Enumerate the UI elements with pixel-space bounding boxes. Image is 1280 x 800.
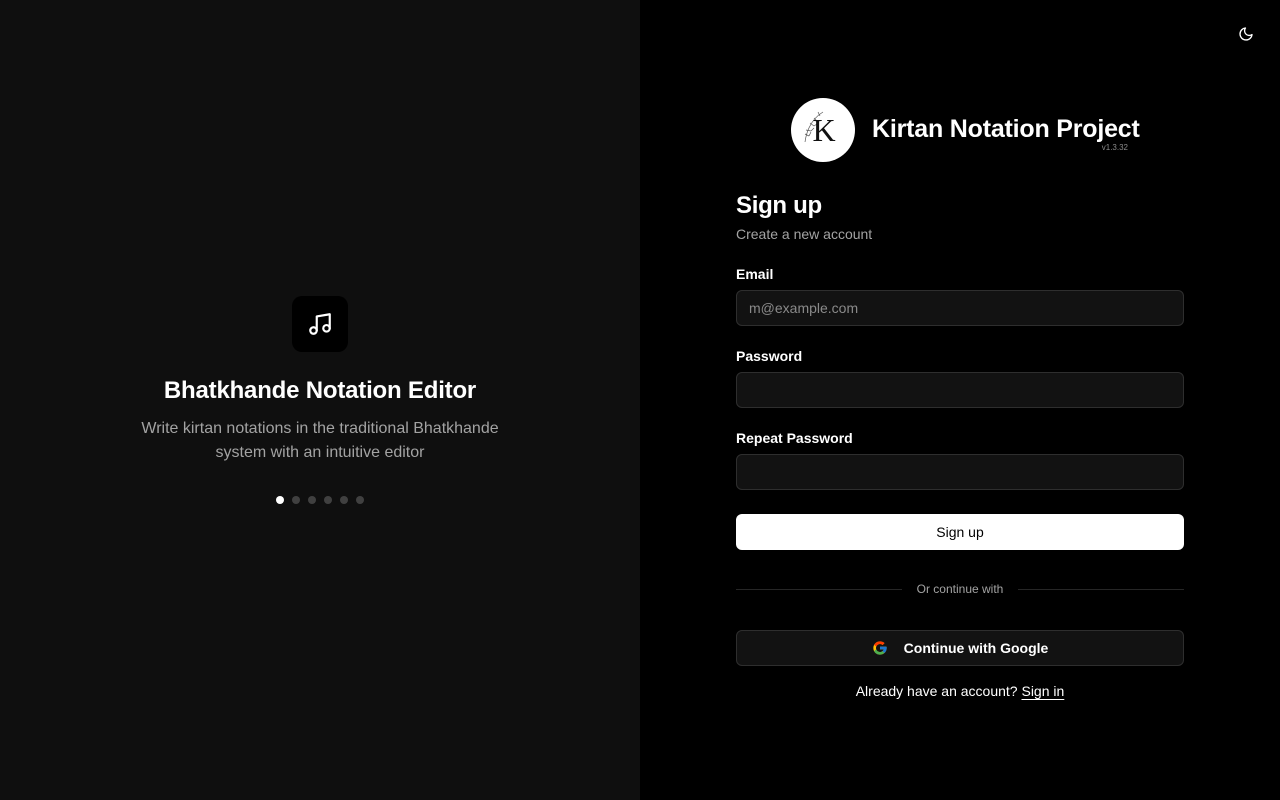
music-note-icon <box>309 313 331 335</box>
brand-logo-mark: K <box>804 111 836 148</box>
carousel-dot-3[interactable] <box>308 496 316 504</box>
password-label: Password <box>736 348 803 364</box>
feature-description: Write kirtan notations in the traditiona… <box>141 420 499 461</box>
form-title: Sign up <box>736 192 822 219</box>
form-subtitle: Create a new account <box>736 226 873 242</box>
divider-text: Or continue with <box>916 582 1004 596</box>
divider-left <box>736 589 902 590</box>
google-button-label: Continue with Google <box>903 640 1049 656</box>
divider-right <box>1018 589 1184 590</box>
repeat-password-label: Repeat Password <box>736 430 853 446</box>
carousel-dot-2[interactable] <box>292 496 300 504</box>
carousel-dot-4[interactable] <box>324 496 332 504</box>
repeat-password-input[interactable] <box>736 454 1184 490</box>
carousel-dot-5[interactable] <box>340 496 348 504</box>
brand-version: v1.3.32 <box>1101 143 1128 152</box>
brand-logo-letter: K <box>812 112 835 148</box>
brand-logo: K <box>791 98 855 162</box>
signin-link[interactable]: Sign in <box>1021 683 1064 699</box>
signin-prompt: Already have an account? <box>855 683 1018 699</box>
google-signin-button[interactable]: Continue with Google <box>736 630 1184 666</box>
signup-submit-button[interactable]: Sign up <box>736 514 1184 550</box>
google-icon <box>873 641 887 655</box>
carousel-dots <box>276 496 364 504</box>
moon-icon <box>1239 27 1253 41</box>
signin-row: Already have an account? Sign in <box>736 683 1184 699</box>
carousel-dot-6[interactable] <box>356 496 364 504</box>
feature-carousel-panel: Bhatkhande Notation Editor Write kirtan … <box>0 0 640 800</box>
email-input[interactable] <box>736 290 1184 326</box>
brand-name: Kirtan Notation Project <box>872 115 1140 143</box>
email-label: Email <box>736 266 774 282</box>
theme-toggle-button[interactable] <box>1232 20 1260 48</box>
password-input[interactable] <box>736 372 1184 408</box>
feature-title: Bhatkhande Notation Editor <box>163 377 477 404</box>
carousel-dot-1[interactable] <box>276 496 284 504</box>
feature-icon-container <box>292 296 348 352</box>
